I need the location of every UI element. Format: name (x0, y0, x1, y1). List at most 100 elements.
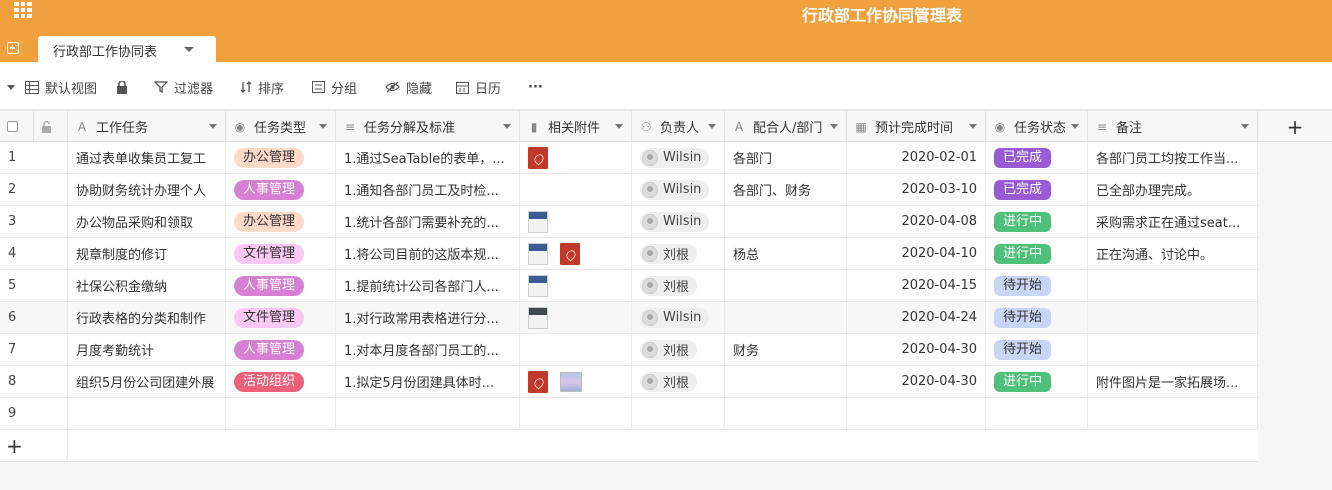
chevron-down-icon[interactable] (969, 124, 977, 129)
select-all-checkbox[interactable] (0, 111, 34, 142)
tab-table[interactable]: 行政部工作协同表 (38, 36, 216, 62)
status-cell[interactable]: 进行中 (986, 206, 1088, 237)
task-detail-cell[interactable]: 1.对本月度各部门员工的... (336, 334, 520, 365)
row-number[interactable]: 9 (0, 398, 68, 429)
table-row[interactable]: 8 组织5月份公司团建外展 活动组织 1.拟定5月份团建具体时... 刘根 2020-04… (0, 366, 1258, 398)
table-row[interactable]: 2 协助财务统计办理个人 人事管理 1.通知各部门员工及时检... Wilsin 各部门、… (0, 174, 1258, 206)
table-row[interactable]: 6 行政表格的分类和制作 文件管理 1.对行政常用表格进行分... Wilsin 2020… (0, 302, 1258, 334)
column-header[interactable]: ▦ 预计完成时间 (847, 111, 986, 142)
table-row[interactable]: 4 规章制度的修订 文件管理 1.将公司目前的这版本规... 刘根 杨总 2020-04-1… (0, 238, 1258, 270)
pdf-file-icon[interactable] (528, 370, 548, 393)
attachments-cell[interactable] (520, 206, 632, 237)
attachments-cell[interactable] (520, 302, 632, 333)
owner-cell[interactable]: 刘根 (632, 334, 725, 365)
task-cell[interactable]: 月度考勤统计 (68, 334, 226, 365)
row-number[interactable]: 1 (0, 142, 68, 173)
attachments-cell[interactable] (520, 174, 632, 205)
task-cell[interactable]: 规章制度的修订 (68, 238, 226, 269)
chevron-down-icon[interactable] (615, 124, 623, 129)
task-detail-cell[interactable]: 1.将公司目前的这版本规... (336, 238, 520, 269)
more-button[interactable]: ··· (528, 78, 543, 96)
column-header[interactable]: ⚇ 负责人 (632, 111, 725, 142)
task-detail-cell[interactable]: 1.通过SeaTable的表单，... (336, 142, 520, 173)
row-number[interactable]: 8 (0, 366, 68, 397)
table-row[interactable]: 7 月度考勤统计 人事管理 1.对本月度各部门员工的... 刘根 财务 2020-04-30… (0, 334, 1258, 366)
due-date-cell[interactable]: 2020-04-15 (847, 270, 986, 301)
doc-file-icon[interactable] (528, 274, 548, 297)
note-cell[interactable]: 采购需求正在通过seat... (1088, 206, 1258, 237)
task-type-cell[interactable]: 办公管理 (226, 142, 336, 173)
task-type-cell[interactable]: 人事管理 (226, 270, 336, 301)
status-cell[interactable]: 进行中 (986, 366, 1088, 397)
sort-button[interactable]: 排序 (240, 78, 284, 97)
task-type-cell[interactable]: 人事管理 (226, 334, 336, 365)
due-date-cell[interactable]: 2020-04-08 (847, 206, 986, 237)
group-button[interactable]: 分组 (312, 78, 357, 97)
task-cell[interactable]: 社保公积金缴纳 (68, 270, 226, 301)
status-cell[interactable]: 已完成 (986, 142, 1088, 173)
add-table-icon[interactable] (7, 42, 19, 54)
status-cell[interactable]: 已完成 (986, 174, 1088, 205)
owner-cell[interactable] (632, 398, 725, 429)
row-number[interactable]: 5 (0, 270, 68, 301)
caret-down-icon[interactable] (7, 84, 15, 90)
column-header[interactable]: ≡ 备注 (1088, 111, 1258, 142)
owner-cell[interactable]: 刘根 (632, 366, 725, 397)
chevron-down-icon[interactable] (1071, 124, 1079, 129)
task-detail-cell[interactable] (336, 398, 520, 429)
due-date-cell[interactable]: 2020-04-30 (847, 334, 986, 365)
xls-file-icon[interactable] (528, 306, 548, 329)
status-cell[interactable]: 待开始 (986, 302, 1088, 333)
due-date-cell[interactable]: 2020-04-24 (847, 302, 986, 333)
partner-cell[interactable] (725, 206, 847, 237)
note-cell[interactable]: 已全部办理完成。 (1088, 174, 1258, 205)
chevron-down-icon[interactable] (184, 47, 194, 52)
chevron-down-icon[interactable] (708, 124, 716, 129)
partner-cell[interactable]: 杨总 (725, 238, 847, 269)
partner-cell[interactable] (725, 302, 847, 333)
add-column-button[interactable]: + (1258, 111, 1332, 142)
note-cell[interactable] (1088, 302, 1258, 333)
status-cell[interactable]: 待开始 (986, 270, 1088, 301)
task-type-cell[interactable] (226, 398, 336, 429)
task-type-cell[interactable]: 办公管理 (226, 206, 336, 237)
status-cell[interactable]: 待开始 (986, 334, 1088, 365)
row-number[interactable]: 6 (0, 302, 68, 333)
task-cell[interactable]: 组织5月份公司团建外展 (68, 366, 226, 397)
owner-cell[interactable]: 刘根 (632, 270, 725, 301)
note-cell[interactable]: 正在沟通、讨论中。 (1088, 238, 1258, 269)
pdf-file-icon[interactable] (528, 146, 548, 169)
due-date-cell[interactable]: 2020-02-01 (847, 142, 986, 173)
row-number[interactable]: 2 (0, 174, 68, 205)
table-row[interactable]: 1 通过表单收集员工复工 办公管理 1.通过SeaTable的表单，... Wilsin… (0, 142, 1258, 174)
task-detail-cell[interactable]: 1.拟定5月份团建具体时... (336, 366, 520, 397)
partner-cell[interactable] (725, 366, 847, 397)
partner-cell[interactable]: 各部门、财务 (725, 174, 847, 205)
task-type-cell[interactable]: 文件管理 (226, 238, 336, 269)
task-cell[interactable]: 办公物品采购和领取 (68, 206, 226, 237)
chevron-down-icon[interactable] (319, 124, 327, 129)
task-detail-cell[interactable]: 1.通知各部门员工及时检... (336, 174, 520, 205)
owner-cell[interactable]: Wilsin (632, 206, 725, 237)
table-row[interactable]: 5 社保公积金缴纳 人事管理 1.提前统计公司各部门人... 刘根 2020-04-15 待… (0, 270, 1258, 302)
view-selector[interactable]: 默认视图 (7, 78, 97, 97)
partner-cell[interactable] (725, 398, 847, 429)
attachments-cell[interactable] (520, 238, 632, 269)
column-header[interactable]: ◉ 任务类型 (226, 111, 336, 142)
lock-button[interactable] (116, 78, 128, 96)
task-cell[interactable]: 行政表格的分类和制作 (68, 302, 226, 333)
status-cell[interactable]: 进行中 (986, 238, 1088, 269)
status-cell[interactable] (986, 398, 1088, 429)
owner-cell[interactable]: Wilsin (632, 142, 725, 173)
chevron-down-icon[interactable] (1241, 124, 1249, 129)
chevron-down-icon[interactable] (209, 124, 217, 129)
note-cell[interactable] (1088, 270, 1258, 301)
partner-cell[interactable]: 各部门 (725, 142, 847, 173)
hide-button[interactable]: 隐藏 (385, 78, 432, 97)
doc-file-icon[interactable] (528, 242, 548, 265)
column-header[interactable]: ◉ 任务状态 (986, 111, 1088, 142)
doc-file-icon[interactable] (528, 210, 548, 233)
task-cell[interactable]: 通过表单收集员工复工 (68, 142, 226, 173)
chevron-down-icon[interactable] (503, 124, 511, 129)
attachments-cell[interactable] (520, 398, 632, 429)
